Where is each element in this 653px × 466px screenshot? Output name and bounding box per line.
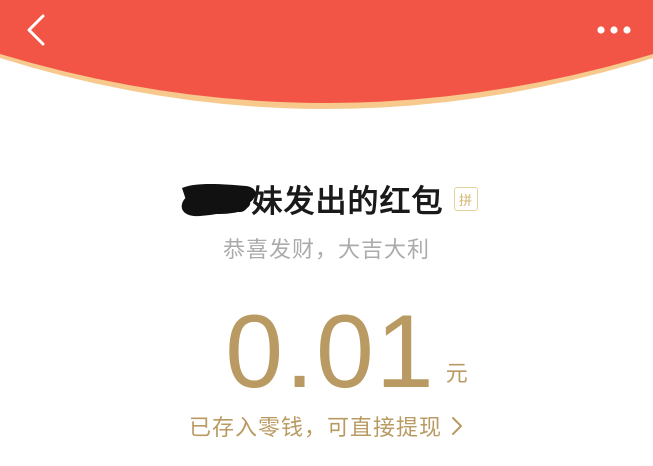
sender-title-row: 妹发出的红包 拼 (0, 174, 653, 222)
header-curve-shape (0, 0, 653, 109)
red-header-banner (0, 0, 653, 130)
wallet-link[interactable]: 已存入零钱，可直接提现 (0, 408, 653, 444)
wallet-link-text: 已存入零钱，可直接提现 (188, 416, 442, 441)
amount-value: 0.01 (225, 294, 436, 410)
redacted-sender-name-scribble (181, 184, 256, 217)
back-button[interactable] (14, 10, 58, 50)
red-packet-detail-page: 妹发出的红包 拼 恭喜发财，大吉大利 0.01 元 已存入零钱，可直接提现 (0, 0, 653, 466)
amount-row: 0.01 元 (0, 292, 653, 410)
pin-badge-icon: 拼 (453, 187, 478, 211)
more-dots-icon (597, 26, 631, 34)
chevron-right-icon (452, 417, 462, 435)
more-options-button[interactable] (589, 12, 639, 48)
red-packet-title: 妹发出的红包 (251, 183, 444, 220)
chevron-left-icon (27, 14, 45, 46)
amount-unit: 元 (445, 362, 468, 387)
greeting-message: 恭喜发财，大吉大利 (222, 238, 430, 263)
